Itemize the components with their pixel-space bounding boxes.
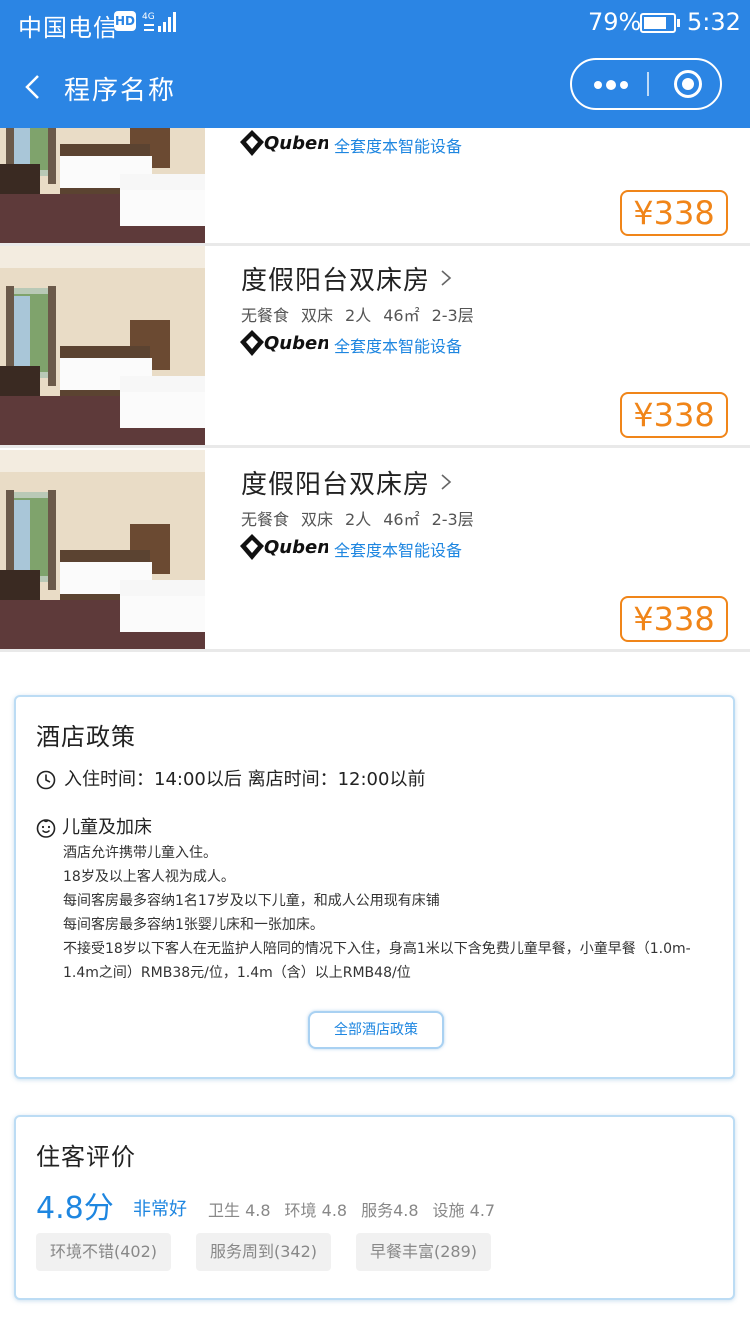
- price-badge[interactable]: ¥338: [620, 190, 728, 236]
- clock-icon: [36, 770, 56, 790]
- chevron-right-icon: [441, 474, 452, 490]
- checkin-checkout-times: 入住时间：14:00以后 离店时间：12:00以前: [36, 765, 425, 791]
- room-card[interactable]: Quben 全套度本智能设备 ¥338: [0, 128, 750, 246]
- kids-line: 18岁及以上客人视为成人。: [63, 869, 235, 885]
- room-photo: [0, 246, 205, 445]
- subscore: 环境 4.8: [284, 1201, 348, 1220]
- room-specs: 无餐食 双床 2人 46㎡ 2-3层: [241, 506, 486, 530]
- kids-line: 每间客房最多容纳1张婴儿床和一张加床。: [63, 917, 324, 933]
- room-spec: 46㎡: [383, 510, 420, 529]
- svg-text:Quben: Quben: [264, 333, 328, 354]
- room-spec: 无餐食: [241, 306, 290, 325]
- battery-percent: 79%: [588, 8, 642, 36]
- battery-icon: [640, 13, 680, 33]
- room-spec: 双床: [301, 306, 334, 325]
- review-tag[interactable]: 早餐丰富(289): [356, 1233, 492, 1271]
- room-spec: 2-3层: [431, 306, 474, 325]
- room-spec: 46㎡: [383, 306, 420, 325]
- capsule-divider: [647, 72, 649, 96]
- clock-time: 5:32: [687, 8, 741, 36]
- signal-icon: 4G: [142, 12, 176, 32]
- brand-description: 全套度本智能设备: [334, 541, 463, 560]
- room-specs: 无餐食 双床 2人 46㎡ 2-3层: [241, 302, 486, 326]
- child-face-icon: [36, 819, 56, 838]
- room-photo-illustration: [0, 450, 205, 649]
- room-spec: 双床: [301, 510, 334, 529]
- chevron-left-icon[interactable]: [18, 70, 52, 104]
- subscore: 服务4.8: [361, 1201, 419, 1220]
- room-spec: 无餐食: [241, 510, 290, 529]
- svg-text:Quben: Quben: [264, 537, 328, 558]
- status-bar: 中国电信 HD 4G 79% 5:32: [0, 0, 750, 46]
- brand-description: 全套度本智能设备: [334, 137, 463, 156]
- policy-title: 酒店政策: [36, 723, 136, 751]
- svg-text:4G: 4G: [142, 12, 155, 22]
- room-photo-illustration: [0, 128, 205, 243]
- kids-title-text: 儿童及加床: [62, 817, 152, 838]
- room-photo: [0, 450, 205, 649]
- all-policy-button[interactable]: 全部酒店政策: [308, 1011, 444, 1049]
- brand-description: 全套度本智能设备: [334, 337, 463, 356]
- room-photo: [0, 128, 205, 243]
- hotel-policy-card: 酒店政策 入住时间：14:00以后 离店时间：12:00以前 儿童及加床 酒店允…: [14, 695, 735, 1079]
- miniprogram-capsule: [570, 58, 722, 110]
- kids-policy-lines: 酒店允许携带儿童入住。 18岁及以上客人视为成人。 每间客房最多容纳1名17岁及…: [63, 841, 703, 985]
- nav-bar: 程序名称: [0, 46, 750, 128]
- review-level: 非常好: [133, 1199, 187, 1220]
- kids-line: 每间客房最多容纳1名17岁及以下儿童，和成人公用现有床铺: [63, 893, 440, 909]
- room-spec: 2人: [345, 510, 372, 529]
- brand-logo: Quben: [240, 330, 328, 356]
- brand-logo: Quben: [240, 534, 328, 560]
- kids-line: 不接受18岁以下客人在无监护人陪同的情况下入住，身高1米以下含免费儿童早餐，小童…: [63, 941, 691, 981]
- room-name: 度假阳台双床房: [241, 470, 431, 500]
- review-tag[interactable]: 服务周到(342): [196, 1233, 332, 1271]
- price-badge[interactable]: ¥338: [620, 596, 728, 642]
- subscore: 卫生 4.8: [208, 1201, 271, 1220]
- room-name: 度假阳台双床房: [241, 266, 431, 296]
- hd-badge: HD: [114, 11, 136, 31]
- guest-reviews-card: 住客评价 4.8分 非常好 卫生 4.8 环境 4.8 服务4.8 设施 4.7 环境…: [14, 1115, 735, 1300]
- more-dots-icon[interactable]: [572, 60, 648, 108]
- target-circle-icon[interactable]: [674, 70, 702, 98]
- reviews-title: 住客评价: [36, 1143, 136, 1171]
- times-text: 入住时间：14:00以后 离店时间：12:00以前: [64, 769, 426, 790]
- kids-line: 酒店允许携带儿童入住。: [63, 845, 217, 861]
- page-title: 程序名称: [64, 76, 177, 106]
- review-score: 4.8分: [36, 1191, 114, 1226]
- brand-logo: Quben: [240, 130, 328, 156]
- kids-policy-heading: 儿童及加床: [36, 813, 152, 839]
- room-spec: 2-3层: [431, 510, 474, 529]
- room-photo-illustration: [0, 246, 205, 445]
- svg-text:Quben: Quben: [264, 133, 328, 154]
- review-tag[interactable]: 环境不错(402): [36, 1233, 172, 1271]
- chevron-right-icon: [441, 270, 452, 286]
- room-spec: 2人: [345, 306, 372, 325]
- carrier-name: 中国电信: [18, 14, 118, 42]
- room-card[interactable]: 度假阳台双床房 无餐食 双床 2人 46㎡ 2-3层 Quben 全套度本智能设备 ¥3…: [0, 450, 750, 652]
- room-card[interactable]: 度假阳台双床房 无餐食 双床 2人 46㎡ 2-3层 Quben 全套度本智能设备 ¥3…: [0, 246, 750, 448]
- subscore: 设施 4.7: [432, 1201, 496, 1220]
- price-badge[interactable]: ¥338: [620, 392, 728, 438]
- review-subscores: 卫生 4.8 环境 4.8 服务4.8 设施 4.7: [208, 1197, 509, 1221]
